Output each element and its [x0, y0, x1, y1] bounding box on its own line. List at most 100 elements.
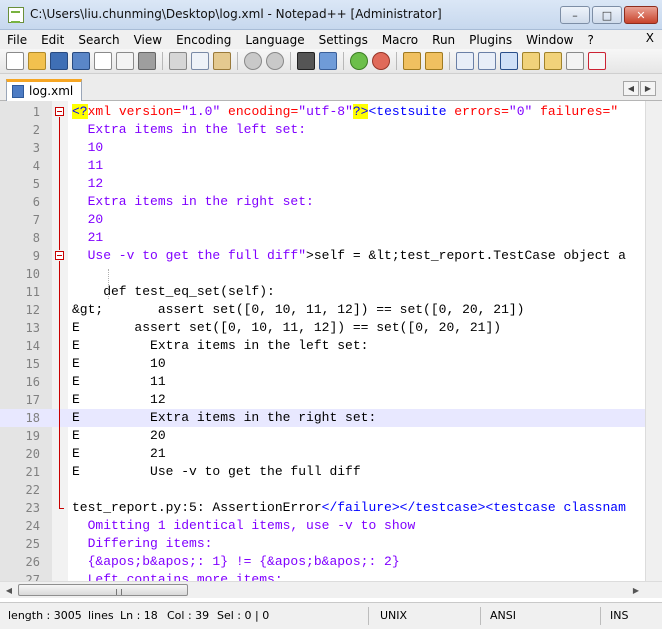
scroll-right-icon[interactable]: ▶: [628, 583, 644, 598]
save-icon[interactable]: [50, 52, 68, 70]
code-text: Extra items in the right set:: [72, 194, 314, 209]
indent-guide: [108, 269, 109, 299]
doc-map-icon[interactable]: [522, 52, 540, 70]
code-line[interactable]: 14 E Extra items in the left set:: [0, 337, 662, 355]
code-line[interactable]: 5 12: [0, 175, 662, 193]
save-all-icon[interactable]: [72, 52, 90, 70]
code-line[interactable]: 8 21: [0, 229, 662, 247]
replace-icon[interactable]: [319, 52, 337, 70]
indent-guide-icon[interactable]: [500, 52, 518, 70]
show-all-chars-icon[interactable]: [478, 52, 496, 70]
editor[interactable]: 1 <?xml version="1.0" encoding="utf-8"?>…: [0, 101, 662, 581]
code-line[interactable]: 24 Omitting 1 identical items, use -v to…: [0, 517, 662, 535]
code-text: E 10: [72, 356, 166, 371]
code-line[interactable]: 21 E Use -v to get the full diff: [0, 463, 662, 481]
line-number: 4: [32, 159, 40, 173]
code-line[interactable]: 20 E 21: [0, 445, 662, 463]
code-line[interactable]: 12 &gt; assert set([0, 10, 11, 12]) == s…: [0, 301, 662, 319]
cut-icon[interactable]: [169, 52, 187, 70]
code-line[interactable]: 19 E 20: [0, 427, 662, 445]
code-line[interactable]: 25 Differing items:: [0, 535, 662, 553]
code-text: Omitting 1 identical items, use -v to sh…: [72, 518, 416, 533]
run-macro-icon[interactable]: [566, 52, 584, 70]
menu-plugins[interactable]: Plugins: [462, 33, 519, 47]
sync-vertical-icon[interactable]: [403, 52, 421, 70]
menu-run[interactable]: Run: [425, 33, 462, 47]
code-line[interactable]: 23 test_report.py:5: AssertionError</fai…: [0, 499, 662, 517]
open-file-icon[interactable]: [28, 52, 46, 70]
horizontal-scroll-thumb[interactable]: [18, 584, 188, 596]
code-text: def test_eq_set(self):: [72, 284, 275, 299]
code-line[interactable]: 22: [0, 481, 662, 499]
macro-record-icon[interactable]: [544, 52, 562, 70]
tab-scroll-left-icon[interactable]: ◀: [623, 81, 639, 96]
scroll-left-icon[interactable]: ◀: [1, 583, 17, 598]
code-token: <?: [72, 104, 88, 119]
redo-icon[interactable]: [266, 52, 284, 70]
menu-settings[interactable]: Settings: [312, 33, 375, 47]
line-number: 6: [32, 195, 40, 209]
code-line[interactable]: 3 10: [0, 139, 662, 157]
zoom-in-icon[interactable]: [350, 52, 368, 70]
vertical-scrollbar[interactable]: [645, 101, 662, 581]
menu-language[interactable]: Language: [238, 33, 311, 47]
find-icon[interactable]: [297, 52, 315, 70]
zoom-out-icon[interactable]: [372, 52, 390, 70]
code-line[interactable]: 7 20: [0, 211, 662, 229]
menu-macro[interactable]: Macro: [375, 33, 425, 47]
code-line[interactable]: 17 E 12: [0, 391, 662, 409]
status-divider: [368, 607, 369, 625]
window-controls: – □ ✕: [560, 6, 658, 24]
paste-icon[interactable]: [213, 52, 231, 70]
new-file-icon[interactable]: [6, 52, 24, 70]
menu-file[interactable]: File: [0, 33, 34, 47]
sync-horizontal-icon[interactable]: [425, 52, 443, 70]
code-token: >self = &lt;test_report.TestCase object …: [306, 248, 626, 263]
print-icon[interactable]: [138, 52, 156, 70]
code-line[interactable]: 6 Extra items in the right set:: [0, 193, 662, 211]
fold-collapse-icon[interactable]: [55, 107, 64, 116]
close-file-icon[interactable]: [94, 52, 112, 70]
menu-edit[interactable]: Edit: [34, 33, 71, 47]
code-line[interactable]: 26 {&apos;b&apos;: 1} != {&apos;b&apos;:…: [0, 553, 662, 571]
current-code-line[interactable]: 18 E Extra items in the right set:: [0, 409, 662, 427]
menu-search[interactable]: Search: [71, 33, 126, 47]
code-line[interactable]: 27 Left contains more items:: [0, 571, 662, 581]
status-divider: [480, 607, 481, 625]
code-line[interactable]: 1 <?xml version="1.0" encoding="utf-8"?>…: [0, 103, 662, 121]
code-line[interactable]: 11 def test_eq_set(self):: [0, 283, 662, 301]
tab-scroll-right-icon[interactable]: ▶: [640, 81, 656, 96]
fold-collapse-icon[interactable]: [55, 251, 64, 260]
code-text: Extra items in the left set:: [72, 122, 307, 137]
copy-icon[interactable]: [191, 52, 209, 70]
maximize-icon[interactable]: □: [592, 6, 622, 24]
fold-guide-line: [59, 261, 60, 509]
close-document-icon[interactable]: X: [646, 31, 654, 45]
undo-icon[interactable]: [244, 52, 262, 70]
horizontal-scrollbar[interactable]: ◀ ▶: [0, 581, 662, 598]
menu-encoding[interactable]: Encoding: [169, 33, 238, 47]
code-line[interactable]: 4 11: [0, 157, 662, 175]
menu-help[interactable]: ?: [580, 33, 600, 47]
code-text: 10: [72, 140, 104, 155]
menu-window[interactable]: Window: [519, 33, 580, 47]
code-token: "utf-8": [298, 104, 353, 119]
close-icon[interactable]: ✕: [624, 6, 658, 24]
code-line[interactable]: 13 E assert set([0, 10, 11, 12]) == set(…: [0, 319, 662, 337]
code-line[interactable]: 2 Extra items in the left set:: [0, 121, 662, 139]
code-line[interactable]: 15 E 10: [0, 355, 662, 373]
spell-check-icon[interactable]: [588, 52, 606, 70]
word-wrap-icon[interactable]: [456, 52, 474, 70]
code-line[interactable]: 9 Use -v to get the full diff">self = &l…: [0, 247, 662, 265]
status-encoding: ANSI: [490, 609, 516, 622]
menu-view[interactable]: View: [127, 33, 169, 47]
line-number: 5: [32, 177, 40, 191]
line-number: 2: [32, 123, 40, 137]
code-line[interactable]: 10: [0, 265, 662, 283]
line-number: 13: [25, 321, 40, 335]
code-line[interactable]: 16 E 11: [0, 373, 662, 391]
tab-log-xml[interactable]: log.xml: [6, 79, 83, 101]
code-text: <?xml version="1.0" encoding="utf-8"?><t…: [72, 103, 618, 121]
close-all-icon[interactable]: [116, 52, 134, 70]
minimize-icon[interactable]: –: [560, 6, 590, 24]
